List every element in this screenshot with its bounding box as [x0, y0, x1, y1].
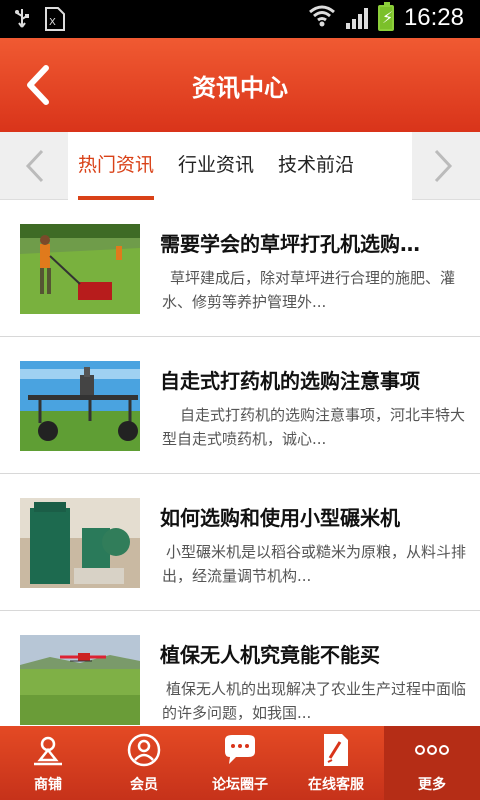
list-item[interactable]: 如何选购和使用小型碾米机 小型碾米机是以稻谷或糙米为原粮，从料斗排出，经流量调节… [0, 474, 480, 611]
article-summary: 小型碾米机是以稻谷或糙米为原粮，从料斗排出，经流量调节机构... [162, 543, 467, 585]
shop-icon [34, 736, 62, 766]
svg-text:X: X [49, 17, 56, 28]
page-title: 资讯中心 [192, 74, 288, 102]
clock: 16:28 [403, 4, 464, 31]
tab-scroll-right-button[interactable] [430, 148, 456, 188]
article-thumbnail [20, 498, 140, 588]
sim-icon: X [44, 6, 66, 36]
article-summary: 草坪建成后，除对草坪进行合理的施肥、灌水、修剪等养护管理外... [162, 269, 456, 311]
tab-hot-news[interactable]: 热门资讯 [78, 132, 155, 200]
tab-bar: 热门资讯 行业资讯 技术前沿 [0, 132, 480, 200]
nav-service[interactable]: 在线客服 [288, 726, 384, 800]
more-icon [415, 745, 449, 755]
nav-more[interactable]: 更多 [384, 726, 480, 800]
list-item[interactable]: 植保无人机究竟能不能买 植保无人机的出现解决了农业生产过程中面临的许多问题，如我… [0, 611, 480, 726]
article-title: 需要学会的草坪打孔机选购… [160, 232, 420, 256]
tab-industry-news[interactable]: 行业资讯 [178, 132, 254, 200]
battery-icon: ⚡ [377, 2, 394, 31]
status-bar: X ⚡ 16:28 [0, 0, 480, 38]
bottom-nav: 商铺 会员 论坛圈子 在线客服 更多 [0, 726, 480, 800]
article-title: 植保无人机究竟能不能买 [160, 643, 380, 667]
article-list: 需要学会的草坪打孔机选购… 草坪建成后，除对草坪进行合理的施肥、灌水、修剪等养护… [0, 200, 480, 726]
nav-forum[interactable]: 论坛圈子 [192, 726, 288, 800]
nav-member[interactable]: 会员 [96, 726, 192, 800]
tab-strip: 热门资讯 行业资讯 技术前沿 [68, 132, 412, 200]
chevron-left-icon [25, 149, 44, 183]
article-thumbnail [20, 224, 140, 314]
nav-label: 论坛圈子 [212, 777, 268, 793]
service-icon [324, 734, 348, 766]
list-item[interactable]: 需要学会的草坪打孔机选购… 草坪建成后，除对草坪进行合理的施肥、灌水、修剪等养护… [0, 200, 480, 337]
usb-icon [14, 7, 30, 35]
tab-tech-frontier[interactable]: 技术前沿 [278, 132, 354, 200]
chevron-right-icon [434, 149, 453, 183]
tab-scroll-left-button[interactable] [22, 148, 48, 188]
article-summary: 自走式打药机的选购注意事项，河北丰特大型自走式喷药机，诚心... [162, 406, 466, 448]
list-item[interactable]: 自走式打药机的选购注意事项 自走式打药机的选购注意事项，河北丰特大型自走式喷药机… [0, 337, 480, 474]
member-icon [127, 733, 161, 767]
nav-shop[interactable]: 商铺 [0, 726, 96, 800]
signal-icon [345, 7, 368, 29]
nav-label: 商铺 [34, 777, 62, 793]
article-title: 如何选购和使用小型碾米机 [160, 506, 400, 530]
nav-label: 更多 [418, 777, 446, 793]
article-thumbnail [20, 361, 140, 451]
nav-label: 会员 [130, 777, 158, 793]
nav-label: 在线客服 [308, 777, 364, 793]
header-bar: 资讯中心 [0, 38, 480, 132]
article-title: 自走式打药机的选购注意事项 [160, 369, 420, 393]
article-summary: 植保无人机的出现解决了农业生产过程中面临的许多问题，如我国... [162, 680, 467, 722]
wifi-icon [308, 4, 336, 32]
forum-icon [225, 735, 255, 764]
article-thumbnail [20, 635, 140, 725]
